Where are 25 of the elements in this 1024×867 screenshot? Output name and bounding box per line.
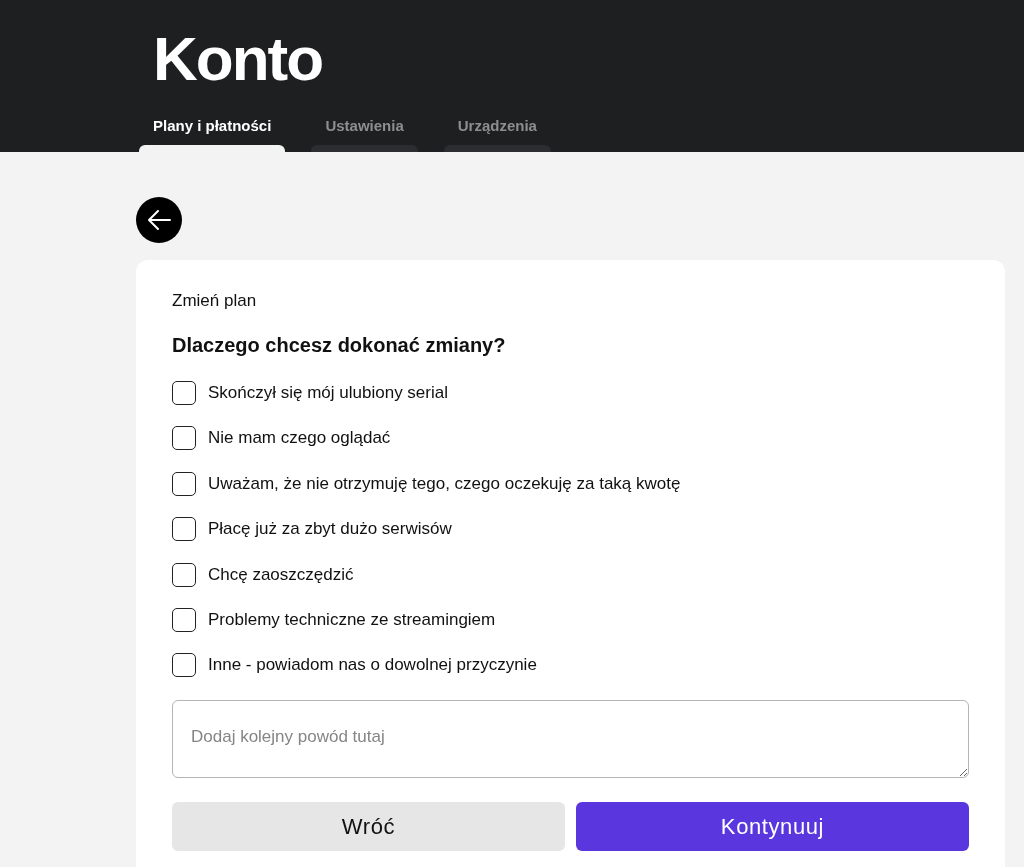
checkbox[interactable]	[172, 517, 196, 542]
checkbox[interactable]	[172, 426, 196, 451]
checkbox[interactable]	[172, 471, 196, 496]
form-subtitle: Zmień plan	[172, 290, 258, 312]
checkbox-label: Inne - powiadom nas o dowolnej przyczynie	[208, 654, 537, 677]
back-button[interactable]	[136, 197, 182, 243]
checkbox[interactable]	[172, 607, 196, 632]
checkbox-label: Problemy techniczne ze streamingiem	[208, 608, 496, 631]
checkbox-label: Nie mam czego oglądać	[208, 427, 391, 450]
checkbox-label: Skończył się mój ulubiony serial	[208, 382, 448, 404]
page-title: Konto	[153, 28, 323, 90]
back-text-button[interactable]: Wróć	[172, 802, 565, 852]
arrow-left-icon	[147, 210, 171, 230]
checkbox-label: Chcę zaoszczędzić	[208, 563, 354, 586]
form-question: Dlaczego chcesz dokonać zmiany?	[172, 333, 507, 358]
reason-text-field[interactable]: Dodaj kolejny powód tutaj	[172, 700, 969, 779]
checkbox[interactable]	[172, 562, 196, 587]
tab[interactable]: Urządzenia	[443, 117, 551, 152]
continue-button[interactable]: Kontynuuj	[576, 802, 969, 852]
checkbox-label: Płacę już za zbyt dużo serwisów	[208, 518, 452, 541]
checkbox[interactable]	[172, 381, 196, 405]
checkbox[interactable]	[172, 653, 196, 678]
tab[interactable]: Ustawienia	[311, 117, 418, 152]
tab[interactable]: Plany i płatności	[139, 117, 286, 152]
checkbox-label: Uważam, że nie otrzymuję tego, czego oczekuję za taką kwotę	[208, 472, 681, 495]
